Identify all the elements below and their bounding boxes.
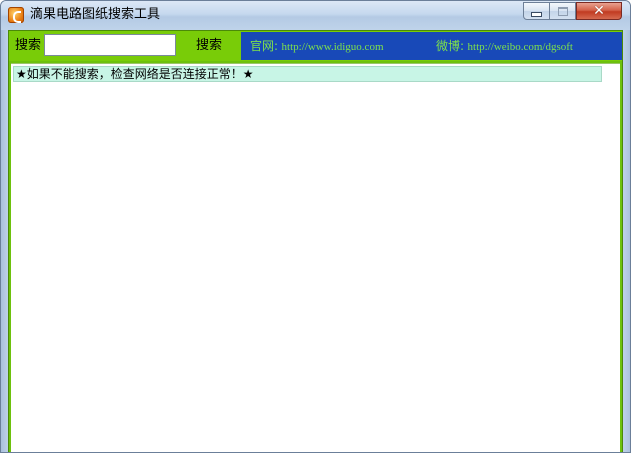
official-site-link[interactable]: 官网: http://www.idiguo.com <box>250 38 384 55</box>
maximize-button[interactable] <box>550 2 576 20</box>
search-input[interactable] <box>44 34 176 56</box>
close-icon: ✕ <box>593 3 605 19</box>
window-frame-right <box>623 30 630 452</box>
client-area: 搜索 搜索 官网: http://www.idiguo.com 微博: http… <box>8 30 623 452</box>
weibo-url: http://weibo.com/dgsoft <box>467 41 573 53</box>
weibo-label: 微博: <box>436 39 465 53</box>
results-list[interactable]: ★如果不能搜索，检查网络是否连接正常！★ <box>11 63 620 452</box>
app-logo-icon <box>8 7 24 23</box>
app-window: 滴果电路图纸搜索工具 ✕ 搜索 搜索 官网: http://www.idiguo… <box>0 0 631 453</box>
search-button[interactable]: 搜索 <box>189 35 229 57</box>
close-button[interactable]: ✕ <box>576 2 622 20</box>
list-item[interactable]: ★如果不能搜索，检查网络是否连接正常！★ <box>13 66 602 82</box>
window-title: 滴果电路图纸搜索工具 <box>30 7 161 22</box>
link-bar: 官网: http://www.idiguo.com 微博: http://wei… <box>241 32 622 60</box>
window-frame-left <box>1 30 8 452</box>
search-toolbar: 搜索 搜索 官网: http://www.idiguo.com 微博: http… <box>9 31 622 61</box>
weibo-link[interactable]: 微博: http://weibo.com/dgsoft <box>436 38 573 55</box>
minimize-button[interactable] <box>523 2 550 20</box>
title-bar[interactable]: 滴果电路图纸搜索工具 ✕ <box>1 1 630 30</box>
search-label: 搜索 <box>15 38 42 53</box>
notice-text: ★如果不能搜索，检查网络是否连接正常！★ <box>16 67 254 81</box>
official-site-label: 官网: <box>250 39 279 53</box>
official-site-url: http://www.idiguo.com <box>281 41 384 53</box>
maximize-icon <box>557 6 568 16</box>
minimize-icon <box>531 11 542 17</box>
